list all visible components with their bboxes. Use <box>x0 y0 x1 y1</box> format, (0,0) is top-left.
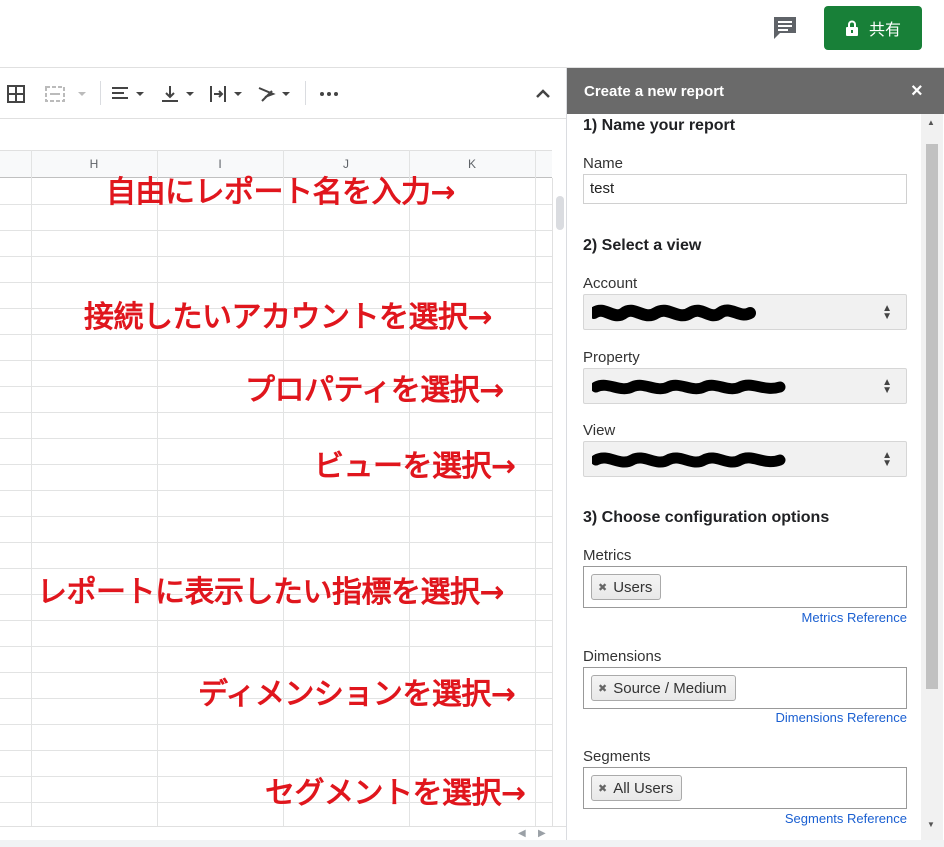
property-label: Property <box>583 349 640 366</box>
annotation-property: プロパティを選択→ <box>245 373 504 408</box>
step-2-heading: 2) Select a view <box>583 237 702 254</box>
grid-row-line <box>0 542 552 543</box>
borders-icon[interactable] <box>6 81 26 107</box>
toolbar-divider <box>305 81 306 105</box>
text-wrapping-icon[interactable] <box>208 81 248 107</box>
chip-label: Users <box>613 578 653 596</box>
sheet-horizontal-scrollbar[interactable]: ◀ ▶ <box>0 826 566 840</box>
dimensions-reference-link[interactable]: Dimensions Reference <box>775 710 907 725</box>
dimensions-label: Dimensions <box>583 648 662 665</box>
chip-label: All Users <box>613 779 674 797</box>
metrics-label: Metrics <box>583 547 632 564</box>
footer-strip <box>0 840 944 847</box>
grid-row-line <box>0 282 552 283</box>
panel-header: Create a new report × <box>567 68 944 114</box>
annotation-account: 接続したいアカウントを選択→ <box>84 300 493 335</box>
grid-row-line <box>0 620 552 621</box>
close-icon[interactable]: × <box>911 81 923 101</box>
grid-row-line <box>0 438 552 439</box>
metrics-field[interactable]: ✖ Users <box>583 566 907 608</box>
remove-chip-icon[interactable]: ✖ <box>598 682 607 695</box>
scroll-up-icon[interactable]: ▲ <box>927 118 935 127</box>
scroll-right-icon[interactable]: ▶ <box>538 828 546 839</box>
create-report-panel: Create a new report × 1) Name your repor… <box>566 68 944 840</box>
grid-row-line <box>0 490 552 491</box>
merge-cells-icon[interactable] <box>44 81 90 107</box>
panel-title: Create a new report <box>584 83 725 100</box>
chip-label: Source / Medium <box>613 679 727 697</box>
grid-row-line <box>0 412 552 413</box>
step-3-heading: 3) Choose configuration options <box>583 509 830 526</box>
segments-field[interactable]: ✖ All Users <box>583 767 907 809</box>
property-select[interactable]: ▲ ▼ <box>583 368 907 404</box>
panel-scrollbar-thumb[interactable] <box>926 144 938 689</box>
metrics-reference-link[interactable]: Metrics Reference <box>802 610 907 625</box>
annotation-segments: セグメントを選択→ <box>265 776 526 811</box>
more-options-icon[interactable] <box>318 81 340 107</box>
grid-row-line <box>0 750 552 751</box>
account-select[interactable]: ▲ ▼ <box>583 294 907 330</box>
select-caret-icon: ▲ ▼ <box>882 377 892 396</box>
view-select[interactable]: ▲ ▼ <box>583 441 907 477</box>
name-label: Name <box>583 155 624 172</box>
redacted-value <box>592 452 786 468</box>
annotation-dimensions: ディメンションを選択→ <box>198 677 516 712</box>
sheet-toolbar <box>0 69 566 119</box>
grid-row-line <box>0 724 552 725</box>
view-label: View <box>583 422 616 439</box>
scroll-left-icon[interactable]: ◀ <box>518 828 526 839</box>
vertical-align-icon[interactable] <box>160 81 200 107</box>
remove-chip-icon[interactable]: ✖ <box>598 581 607 594</box>
panel-scrollbar[interactable]: ▲ ▼ <box>921 114 943 840</box>
sheet-grid[interactable] <box>0 150 552 826</box>
report-name-input[interactable]: test <box>583 174 907 204</box>
grid-row-line <box>0 516 552 517</box>
top-bar: 共有 <box>0 0 944 68</box>
lock-icon <box>845 20 858 36</box>
grid-row-line <box>0 256 552 257</box>
horizontal-align-icon[interactable] <box>110 81 150 107</box>
scroll-down-icon[interactable]: ▼ <box>927 820 935 829</box>
share-label: 共有 <box>868 22 901 39</box>
dimensions-chip[interactable]: ✖ Source / Medium <box>591 675 736 701</box>
text-rotation-icon[interactable] <box>256 81 296 107</box>
panel-body: 1) Name your report Name test 2) Select … <box>567 114 944 840</box>
account-label: Account <box>583 275 638 292</box>
annotation-name: 自由にレポート名を入力→ <box>106 175 456 210</box>
toolbar-divider <box>100 81 101 105</box>
grid-row-line <box>0 646 552 647</box>
share-button[interactable]: 共有 <box>824 6 922 50</box>
segments-chip[interactable]: ✖ All Users <box>591 775 683 801</box>
collapse-toolbar-icon[interactable] <box>533 81 553 107</box>
remove-chip-icon[interactable]: ✖ <box>598 782 607 795</box>
scrollbar-thumb[interactable] <box>556 196 564 230</box>
segments-reference-link[interactable]: Segments Reference <box>785 811 907 826</box>
sheet-vertical-scrollbar[interactable] <box>552 178 566 826</box>
select-caret-icon: ▲ ▼ <box>882 303 892 322</box>
comment-icon[interactable] <box>771 14 801 42</box>
segments-label: Segments <box>583 748 651 765</box>
step-1-heading: 1) Name your report <box>583 117 736 134</box>
annotation-view: ビューを選択→ <box>314 449 516 484</box>
grid-row-line <box>0 360 552 361</box>
grid-row-line <box>0 230 552 231</box>
dimensions-field[interactable]: ✖ Source / Medium <box>583 667 907 709</box>
select-caret-icon: ▲ ▼ <box>882 450 892 469</box>
annotation-metrics: レポートに表示したい指標を選択→ <box>37 575 505 610</box>
redacted-value <box>592 379 786 395</box>
redacted-value <box>592 304 756 322</box>
metrics-chip[interactable]: ✖ Users <box>591 574 662 600</box>
